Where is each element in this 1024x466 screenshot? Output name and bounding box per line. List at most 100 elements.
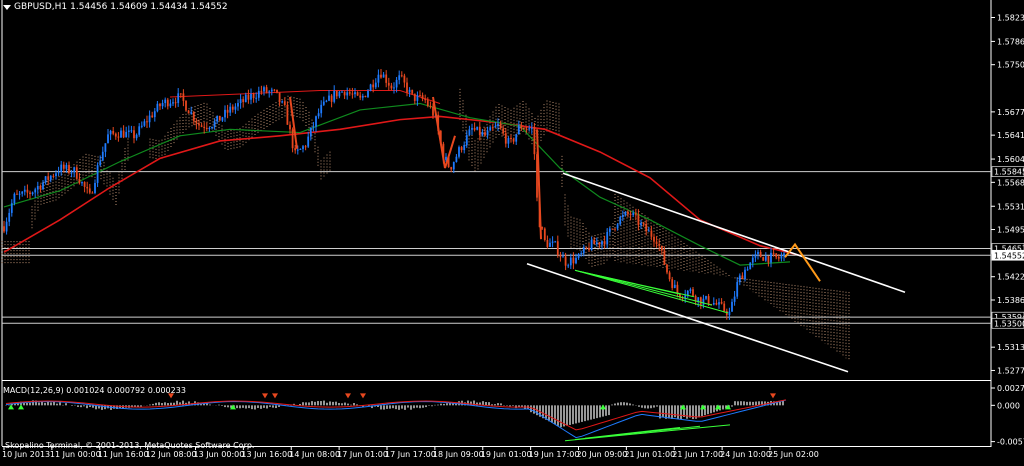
candle-body [777, 257, 780, 259]
candle-body [23, 189, 26, 192]
candle-body [736, 282, 739, 297]
candle-body [598, 242, 601, 245]
candle-body [601, 241, 603, 245]
candle-body [52, 175, 55, 177]
candle-body [562, 256, 564, 258]
candle-body [369, 84, 372, 91]
candle-body [705, 296, 707, 299]
candle-body [575, 257, 577, 264]
candle-body [104, 143, 107, 152]
candle-body [146, 121, 148, 123]
price-tick-label: 1.55310 [997, 202, 1024, 211]
candle-body [525, 128, 528, 130]
candle-body [112, 130, 115, 134]
candle-body [205, 127, 208, 129]
candle-body [559, 254, 562, 257]
candle-body [645, 223, 648, 232]
candle-body [783, 253, 785, 257]
time-tick-label: 18 Jun 09:00 [433, 450, 484, 459]
candle-body [86, 186, 89, 189]
candle-body [13, 193, 16, 204]
candle-body [338, 91, 341, 97]
dropdown-triangle-icon[interactable] [3, 4, 11, 10]
candle-body [192, 112, 195, 121]
candle-body [49, 175, 52, 180]
candle-body [621, 215, 624, 218]
price-tick-label: 1.56410 [997, 131, 1024, 140]
candle-body [62, 164, 65, 169]
candle-body [692, 289, 694, 296]
candle-body [608, 228, 611, 232]
time-tick-label: 11 Jun 00:00 [50, 450, 101, 459]
candle-body [34, 189, 37, 193]
candle-body [549, 242, 551, 247]
candle-body [751, 257, 754, 263]
candle-body [195, 120, 198, 124]
candle-body [390, 85, 393, 89]
candle-body [556, 241, 559, 255]
candle-body [603, 241, 606, 245]
time-tick-label: 13 Jun 16:00 [241, 450, 292, 459]
candle-body [445, 156, 447, 160]
candle-body [702, 298, 705, 305]
candle-body [148, 115, 151, 123]
price-tick-label: 1.56040 [997, 155, 1024, 164]
candle-body [377, 74, 380, 83]
candle-body [653, 236, 655, 242]
candle-body [754, 254, 757, 258]
candle-body [408, 89, 411, 93]
price-tick-label: 1.56770 [997, 108, 1024, 117]
candle-body [200, 125, 203, 127]
candle-body [593, 239, 596, 245]
candle-body [663, 250, 666, 265]
candle-body [510, 137, 512, 140]
candle-body [341, 91, 343, 93]
candle-body [252, 94, 255, 99]
candle-body [283, 101, 286, 105]
time-tick-label: 17 Jun 01:00 [337, 450, 388, 459]
candle-body [226, 109, 229, 113]
candle-body [484, 132, 486, 136]
candle-body [627, 212, 629, 214]
candle-body [642, 223, 645, 225]
candle-body [117, 136, 120, 138]
candle-body [780, 256, 783, 259]
candle-body [676, 284, 679, 294]
candle-body [247, 94, 250, 100]
candle-body [10, 203, 13, 213]
price-tick-label: 1.53860 [997, 296, 1024, 305]
candle-body [478, 126, 481, 136]
candle-body [133, 130, 135, 139]
price-tick-label: 1.54950 [997, 226, 1024, 235]
candle-body [242, 99, 245, 103]
candle-body [36, 186, 39, 190]
candle-body [499, 123, 502, 129]
candle-body [299, 148, 302, 150]
candle-body [546, 239, 549, 247]
candle-body [455, 156, 458, 163]
candle-body [309, 127, 312, 137]
candle-body [728, 311, 731, 316]
candle-body [372, 84, 375, 88]
candle-body [138, 126, 141, 135]
candle-body [707, 296, 710, 305]
candle-body [476, 126, 479, 130]
candle-body [528, 128, 531, 130]
candle-body [213, 121, 216, 127]
ohlc-values: 1.54456 1.54609 1.54434 1.54552 [70, 2, 228, 12]
price-level-label: 1.54552 [994, 251, 1024, 260]
candle-body [356, 92, 359, 96]
candle-body [88, 188, 91, 193]
candle-body [161, 103, 164, 107]
candle-body [281, 101, 284, 103]
candle-body [426, 100, 429, 106]
candle-body [762, 257, 765, 261]
candle-body [400, 75, 403, 77]
candle-body [68, 164, 70, 173]
candle-body [463, 145, 466, 151]
candle-body [658, 243, 661, 246]
candle-body [655, 241, 658, 244]
candle-body [385, 74, 388, 83]
candle-body [419, 95, 421, 97]
candle-body [590, 239, 593, 251]
